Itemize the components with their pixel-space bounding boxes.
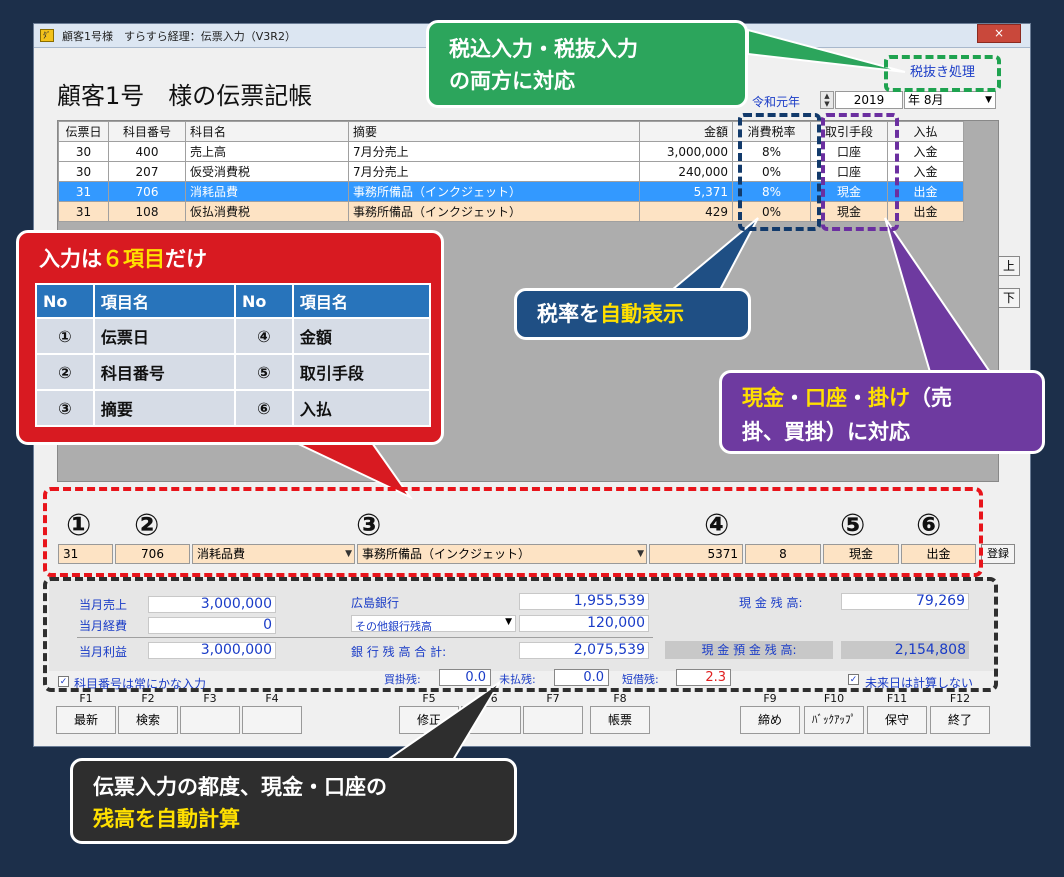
table-row: ③ 摘要 ⑥ 入払 bbox=[35, 389, 432, 427]
callout-text: 税率を bbox=[537, 302, 600, 326]
item-name: 金額 bbox=[291, 317, 432, 355]
items-header-name: 項目名 bbox=[291, 283, 432, 319]
purple-callout-pointer bbox=[884, 217, 992, 373]
callout-highlight: ６項目 bbox=[102, 247, 165, 271]
items-header-no: No bbox=[233, 283, 294, 319]
item-name: 入払 bbox=[291, 389, 432, 427]
callout-highlight: 残高を自動計算 bbox=[93, 807, 240, 831]
callout-text: 税込入力・税抜入力 bbox=[449, 37, 638, 61]
callout-title: 入力は６項目だけ bbox=[39, 243, 207, 273]
method-highlight bbox=[821, 113, 899, 231]
table-row: ① 伝票日 ④ 金額 bbox=[35, 317, 432, 355]
items-header-no: No bbox=[35, 283, 95, 319]
item-name: 科目番号 bbox=[92, 353, 236, 391]
payment-method-callout: 現金・口座・掛け（売 掛、買掛）に対応 bbox=[719, 370, 1045, 454]
green-callout-pointer bbox=[747, 28, 906, 73]
item-no: ⑤ bbox=[233, 353, 294, 391]
callout-text: 入力は bbox=[39, 247, 102, 271]
tax-input-callout: 税込入力・税抜入力 の両方に対応 bbox=[426, 20, 748, 108]
item-name: 取引手段 bbox=[291, 353, 432, 391]
summary-highlight bbox=[43, 577, 998, 692]
callout-text: （売 bbox=[910, 386, 952, 410]
balance-callout: 伝票入力の都度、現金・口座の 残高を自動計算 bbox=[70, 758, 517, 844]
callout-text: ・ bbox=[784, 386, 805, 410]
entry-highlight bbox=[43, 487, 983, 577]
items-header-name: 項目名 bbox=[92, 283, 236, 319]
callout-highlight: 自動表示 bbox=[600, 302, 684, 326]
callout-highlight: 現金 bbox=[742, 386, 784, 410]
callout-text: ・ bbox=[847, 386, 868, 410]
callout-line: 現金・口座・掛け（売 bbox=[742, 381, 1042, 415]
tax-exclusive-button[interactable]: 税抜き処理 bbox=[888, 59, 997, 87]
item-no: ③ bbox=[35, 389, 95, 427]
items-table: No 項目名 No 項目名 ① 伝票日 ④ 金額 ② 科目番号 ⑤ 取引手段 ③… bbox=[35, 283, 432, 427]
callout-highlight: 口座 bbox=[805, 386, 847, 410]
item-name: 摘要 bbox=[92, 389, 236, 427]
item-no: ① bbox=[35, 317, 95, 355]
tax-rate-highlight bbox=[738, 113, 821, 231]
item-no: ④ bbox=[233, 317, 294, 355]
tax-exclusive-highlight: 税抜き処理 bbox=[884, 55, 1001, 92]
callout-text: 伝票入力の都度、現金・口座の bbox=[93, 775, 387, 799]
dark-callout-pointer bbox=[376, 681, 501, 766]
item-name: 伝票日 bbox=[92, 317, 236, 355]
callout-text: の両方に対応 bbox=[449, 69, 575, 93]
callout-text: だけ bbox=[165, 247, 207, 271]
callout-highlight: 掛け bbox=[868, 386, 910, 410]
six-items-callout: 入力は６項目だけ No 項目名 No 項目名 ① 伝票日 ④ 金額 ② 科目番号… bbox=[16, 230, 444, 445]
table-row: ② 科目番号 ⑤ 取引手段 bbox=[35, 353, 432, 391]
tax-rate-callout: 税率を自動表示 bbox=[514, 288, 751, 340]
item-no: ⑥ bbox=[233, 389, 294, 427]
items-table-header: No 項目名 No 項目名 bbox=[35, 283, 432, 319]
item-no: ② bbox=[35, 353, 95, 391]
callout-text: 掛、買掛）に対応 bbox=[742, 420, 910, 444]
